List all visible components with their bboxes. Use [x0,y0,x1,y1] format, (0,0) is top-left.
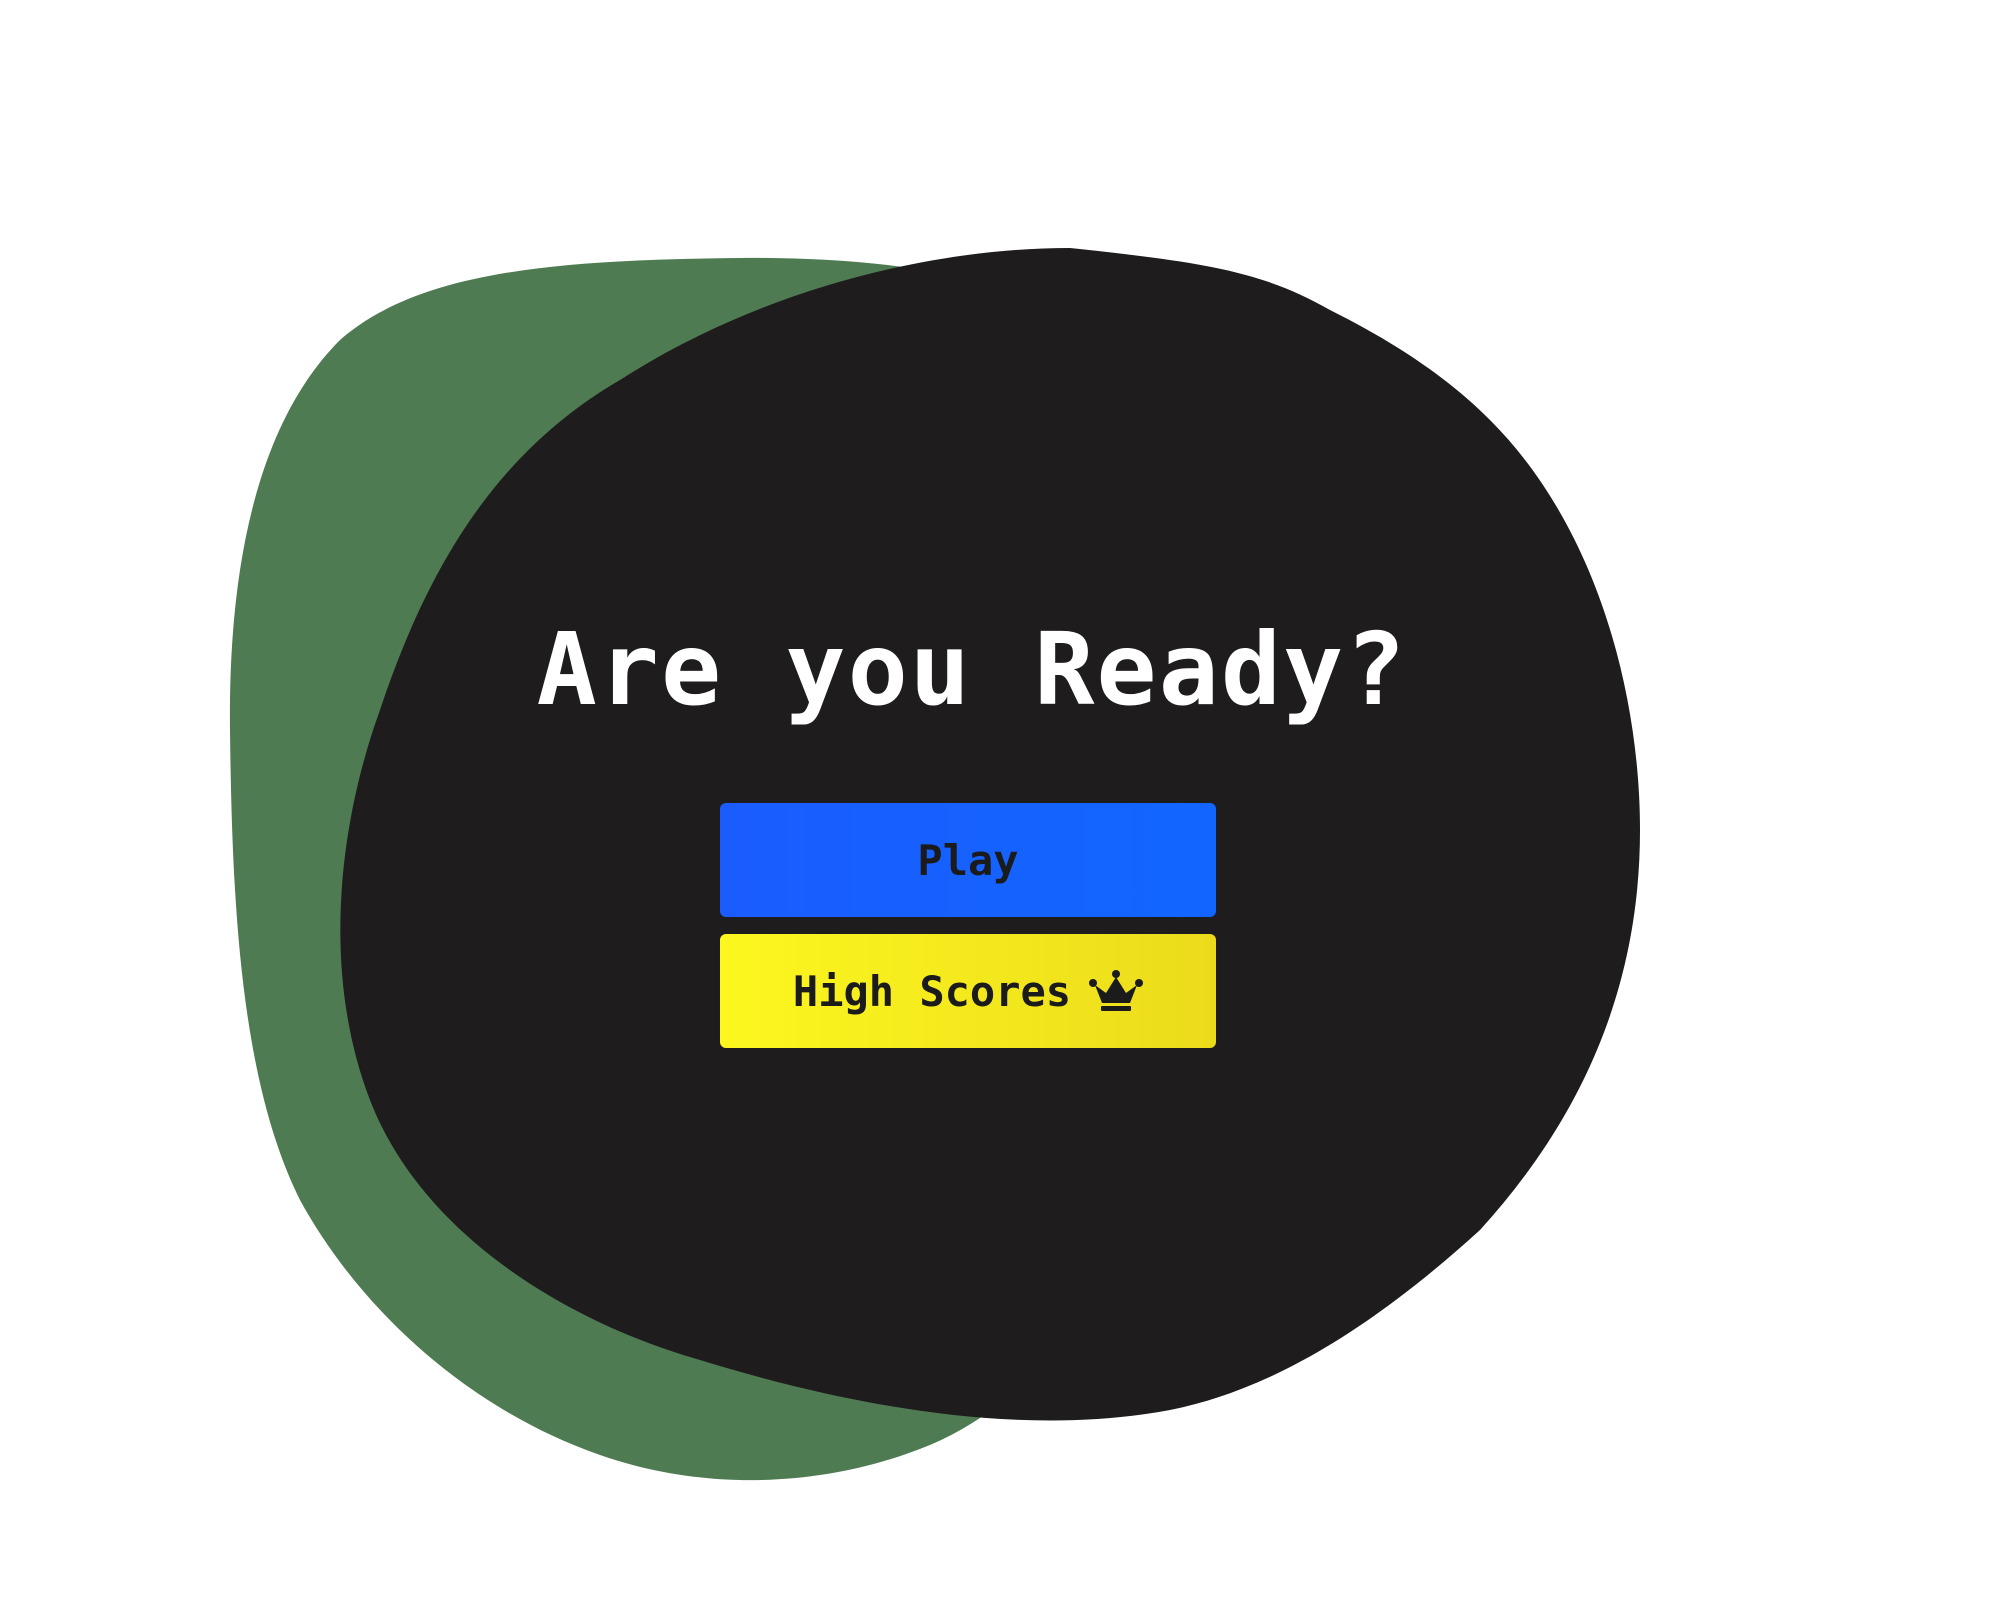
high-scores-button[interactable]: High Scores [720,934,1216,1048]
crown-icon [1089,970,1144,1011]
game-start-screen: Are you Ready? Play High Scores [0,0,2000,1600]
play-button[interactable]: Play [720,803,1216,917]
play-button-label: Play [917,835,1019,885]
background-blobs [229,248,1640,1481]
high-scores-button-label: High Scores [792,966,1072,1016]
page-title: Are you Ready? [536,611,1408,728]
